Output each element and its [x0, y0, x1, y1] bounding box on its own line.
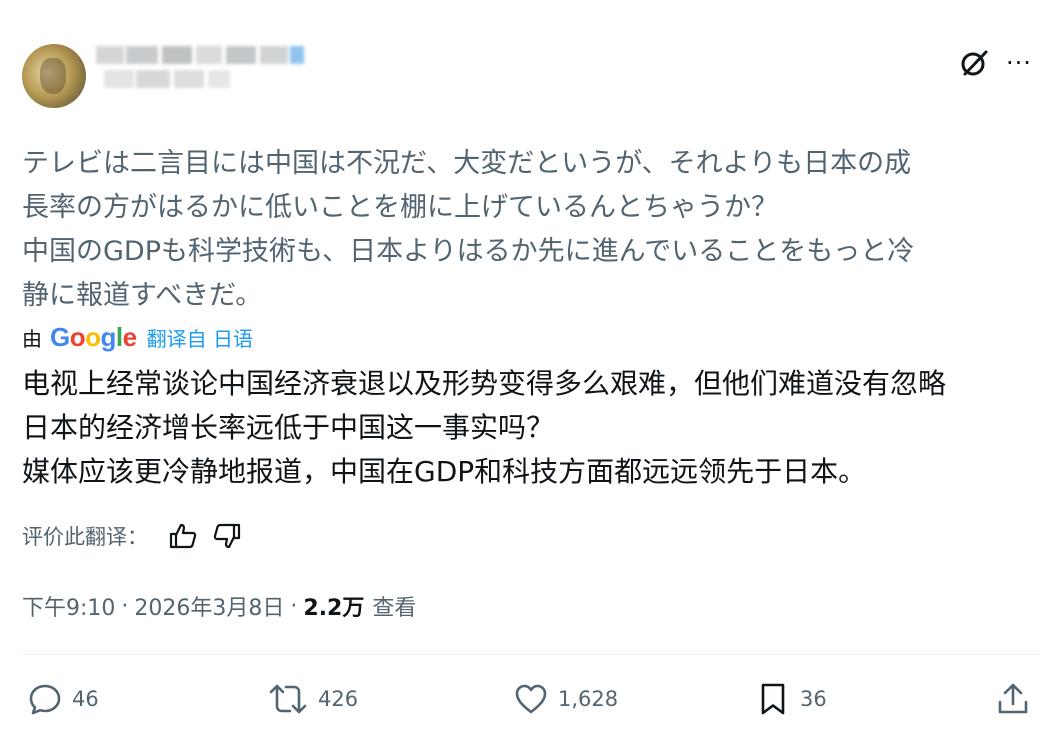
grok-icon[interactable] [958, 46, 992, 80]
share-icon [998, 683, 1028, 714]
thumbs-down-icon[interactable] [212, 521, 242, 551]
avatar[interactable] [22, 44, 86, 108]
rate-translation-label: 评价此翻译： [22, 525, 148, 549]
bookmark-button[interactable]: 36 [756, 676, 827, 722]
author-name-blurred[interactable] [96, 44, 326, 114]
repost-button[interactable]: 426 [268, 676, 358, 722]
divider [22, 654, 1040, 655]
reply-count: 46 [72, 687, 99, 711]
reply-button[interactable]: 46 [28, 676, 99, 722]
translation-attribution: 由 Google 翻译自 日语 [22, 320, 253, 354]
post-time[interactable]: 下午9:10 [22, 590, 115, 622]
post-meta: 下午9:10 · 2026年3月8日 · 2.2万 查看 [22, 586, 416, 626]
original-post-text: テレビは二言目には中国は不況だ、大変だというが、それよりも日本の成 長率の方がは… [22, 148, 915, 311]
bookmark-count: 36 [800, 687, 827, 711]
meta-separator: · [290, 593, 298, 619]
bookmark-icon [761, 683, 785, 715]
like-count: 1,628 [558, 687, 619, 711]
thumbs-up-icon[interactable] [168, 521, 198, 551]
repost-icon [269, 684, 307, 714]
share-button[interactable] [996, 676, 1040, 722]
more-icon[interactable]: ··· [1006, 46, 1046, 80]
google-logo: Google [50, 321, 137, 352]
action-bar: 46 426 1,628 36 [22, 676, 1040, 722]
post-date[interactable]: 2026年3月8日 [134, 590, 284, 622]
like-button[interactable]: 1,628 [514, 676, 618, 722]
translated-post-text: 电视上经常谈论中国经济衰退以及形势变得多么艰难，但他们难道没有忽略 日本的经济增… [22, 367, 947, 488]
repost-count: 426 [318, 687, 359, 711]
translation-prefix: 由 [22, 326, 42, 351]
views-label: 查看 [372, 596, 417, 621]
reply-icon [29, 684, 61, 715]
meta-separator: · [121, 593, 129, 619]
views-count: 2.2万 [303, 596, 365, 621]
heart-icon [515, 684, 547, 714]
translated-from-link[interactable]: 翻译自 日语 [147, 323, 253, 352]
rate-translation: 评价此翻译： [22, 516, 242, 556]
